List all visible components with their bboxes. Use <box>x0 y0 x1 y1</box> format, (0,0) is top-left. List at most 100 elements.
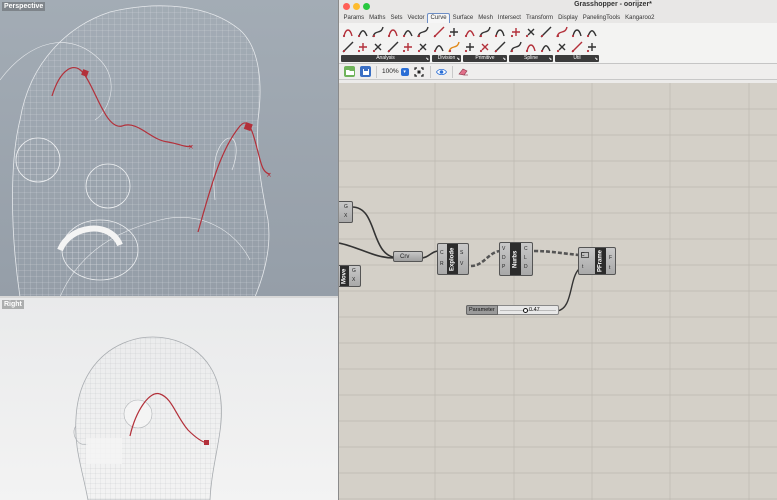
curve-component-icon[interactable] <box>539 40 553 54</box>
sketch-pen-button[interactable] <box>458 66 469 77</box>
tab-maths[interactable]: Maths <box>367 14 388 23</box>
ribbon-group-title: Spline <box>524 55 538 61</box>
output-f: F <box>609 255 613 261</box>
input-p: P <box>502 264 506 270</box>
expand-icon[interactable]: ⬊ <box>595 55 598 62</box>
curve-component-icon[interactable] <box>524 40 538 54</box>
curve-component-icon[interactable] <box>356 25 370 39</box>
expand-icon[interactable]: ⬊ <box>549 55 552 62</box>
nurbs-curve-component[interactable]: Nurbs V D P C L D <box>499 242 533 276</box>
tab-vector[interactable]: Vector <box>405 14 427 23</box>
tab-mesh[interactable]: Mesh <box>476 14 496 23</box>
tab-surface[interactable]: Surface <box>450 14 476 23</box>
slider-track[interactable] <box>500 309 556 311</box>
perspective-viewport[interactable]: × × Perspective <box>0 0 338 297</box>
preview-toggle-button[interactable] <box>435 66 447 77</box>
toolbar-divider <box>429 65 431 78</box>
curve-component-icon[interactable] <box>524 25 538 39</box>
curve-component-icon[interactable] <box>493 40 507 54</box>
wire <box>351 206 400 259</box>
curve-component-icon[interactable] <box>555 25 569 39</box>
curve-component-icon[interactable] <box>401 40 415 54</box>
right-viewport[interactable]: Right <box>0 298 338 500</box>
ribbon-group-label[interactable]: Analysis ⬊ <box>341 55 430 62</box>
slider-value: 0.47 <box>529 307 540 313</box>
tab-panelingtools[interactable]: PanelingTools <box>580 14 622 23</box>
ribbon-group-label[interactable]: Util ⬊ <box>555 55 599 62</box>
ribbon-group-title: Primitive <box>475 55 495 61</box>
curve-component-icon[interactable] <box>432 40 446 54</box>
zoom-dropdown[interactable]: 100% ▾ <box>382 66 409 77</box>
tab-intersect[interactable]: Intersect <box>495 14 523 23</box>
curve-component-icon[interactable] <box>401 25 415 39</box>
expand-icon[interactable]: ⬊ <box>503 55 506 62</box>
tab-display[interactable]: Display <box>556 14 581 23</box>
toolbar-divider <box>376 65 377 78</box>
expand-icon[interactable]: ⬊ <box>426 55 429 62</box>
curve-component-icon[interactable] <box>478 40 492 54</box>
ribbon-group-label[interactable]: Division ⬊ <box>432 55 461 62</box>
ribbon-group-analysis: Analysis ⬊ <box>341 25 430 63</box>
explode-component[interactable]: Explode C R S V <box>437 243 469 275</box>
curve-component-icon[interactable] <box>539 25 553 39</box>
curve-component-icon[interactable] <box>447 25 461 39</box>
perp-frame-component[interactable]: PFrame C t F t <box>578 247 616 275</box>
grasshopper-window: Grasshopper - oorijzer* Params Maths Sets V… <box>338 0 777 500</box>
parameter-slider[interactable]: Parameter 0.47 <box>466 305 559 315</box>
curve-component-icon[interactable] <box>386 25 400 39</box>
curve-component-icon[interactable] <box>356 40 370 54</box>
tab-params[interactable]: Params <box>341 14 367 23</box>
tab-curve[interactable]: Curve <box>427 13 451 23</box>
curve-component-icon[interactable] <box>509 40 523 54</box>
component-ribbon: Analysis ⬊ Division ⬊ Primitive ⬊ Spline ⬊ Util ⬊ <box>339 23 777 64</box>
zoom-extents-button[interactable] <box>414 66 425 77</box>
input-v: V <box>502 246 506 252</box>
zoom-value: 100% <box>382 68 399 75</box>
curve-component-icon[interactable] <box>386 40 400 54</box>
curve-component-icon[interactable] <box>341 40 355 54</box>
curve-component-icon[interactable] <box>416 40 430 54</box>
ribbon-group-label[interactable]: Primitive ⬊ <box>463 55 507 62</box>
curve-component-icon[interactable] <box>463 40 477 54</box>
wire <box>470 249 502 268</box>
curve-component-icon[interactable] <box>555 40 569 54</box>
curve-component-icon[interactable] <box>432 25 446 39</box>
ribbon-group-label[interactable]: Spline ⬊ <box>509 55 553 62</box>
viewport-label-perspective[interactable]: Perspective <box>2 2 46 11</box>
partial-component[interactable]: G X <box>339 201 353 223</box>
curve-component-icon[interactable] <box>447 40 461 54</box>
curve-component-icon[interactable] <box>341 25 355 39</box>
viewport-label-right[interactable]: Right <box>2 300 24 309</box>
curve-component-icon[interactable] <box>371 40 385 54</box>
component-tabs: Params Maths Sets Vector Curve Surface Mesh Int… <box>339 13 777 23</box>
curve-component-icon[interactable] <box>585 40 599 54</box>
curve-component-icon[interactable] <box>493 25 507 39</box>
slider-label: Parameter <box>469 307 495 313</box>
ribbon-group-title: Analysis <box>376 55 395 61</box>
curve-component-icon[interactable] <box>570 25 584 39</box>
tab-sets[interactable]: Sets <box>388 14 405 23</box>
move-component[interactable]: Move G X <box>339 265 361 287</box>
curve-component-icon[interactable] <box>416 25 430 39</box>
curve-component-icon[interactable] <box>570 40 584 54</box>
open-file-button[interactable] <box>344 66 355 77</box>
output-l: L <box>524 255 527 261</box>
title-bar[interactable]: Grasshopper - oorijzer* <box>339 0 777 13</box>
grasshopper-canvas[interactable]: G X Move G X Crv Explode C R S V Nurbs V… <box>339 83 777 500</box>
curve-component-icon[interactable] <box>478 25 492 39</box>
wire <box>339 242 395 259</box>
expand-icon[interactable]: ⬊ <box>457 55 460 62</box>
tab-kangaroo2[interactable]: Kangaroo2 <box>623 14 657 23</box>
curve-component-icon[interactable] <box>371 25 385 39</box>
output-v: V <box>460 261 464 267</box>
save-button[interactable] <box>360 66 371 77</box>
curve-component-icon[interactable] <box>585 25 599 39</box>
slider-grip[interactable] <box>523 307 528 313</box>
curve-param[interactable]: Crv <box>393 251 423 262</box>
curve-component-icon[interactable] <box>509 25 523 39</box>
chevron-down-icon: ▾ <box>400 67 409 76</box>
save-icon <box>362 68 369 75</box>
curve-component-icon[interactable] <box>463 25 477 39</box>
eye-icon <box>435 68 447 75</box>
tab-transform[interactable]: Transform <box>523 14 555 23</box>
